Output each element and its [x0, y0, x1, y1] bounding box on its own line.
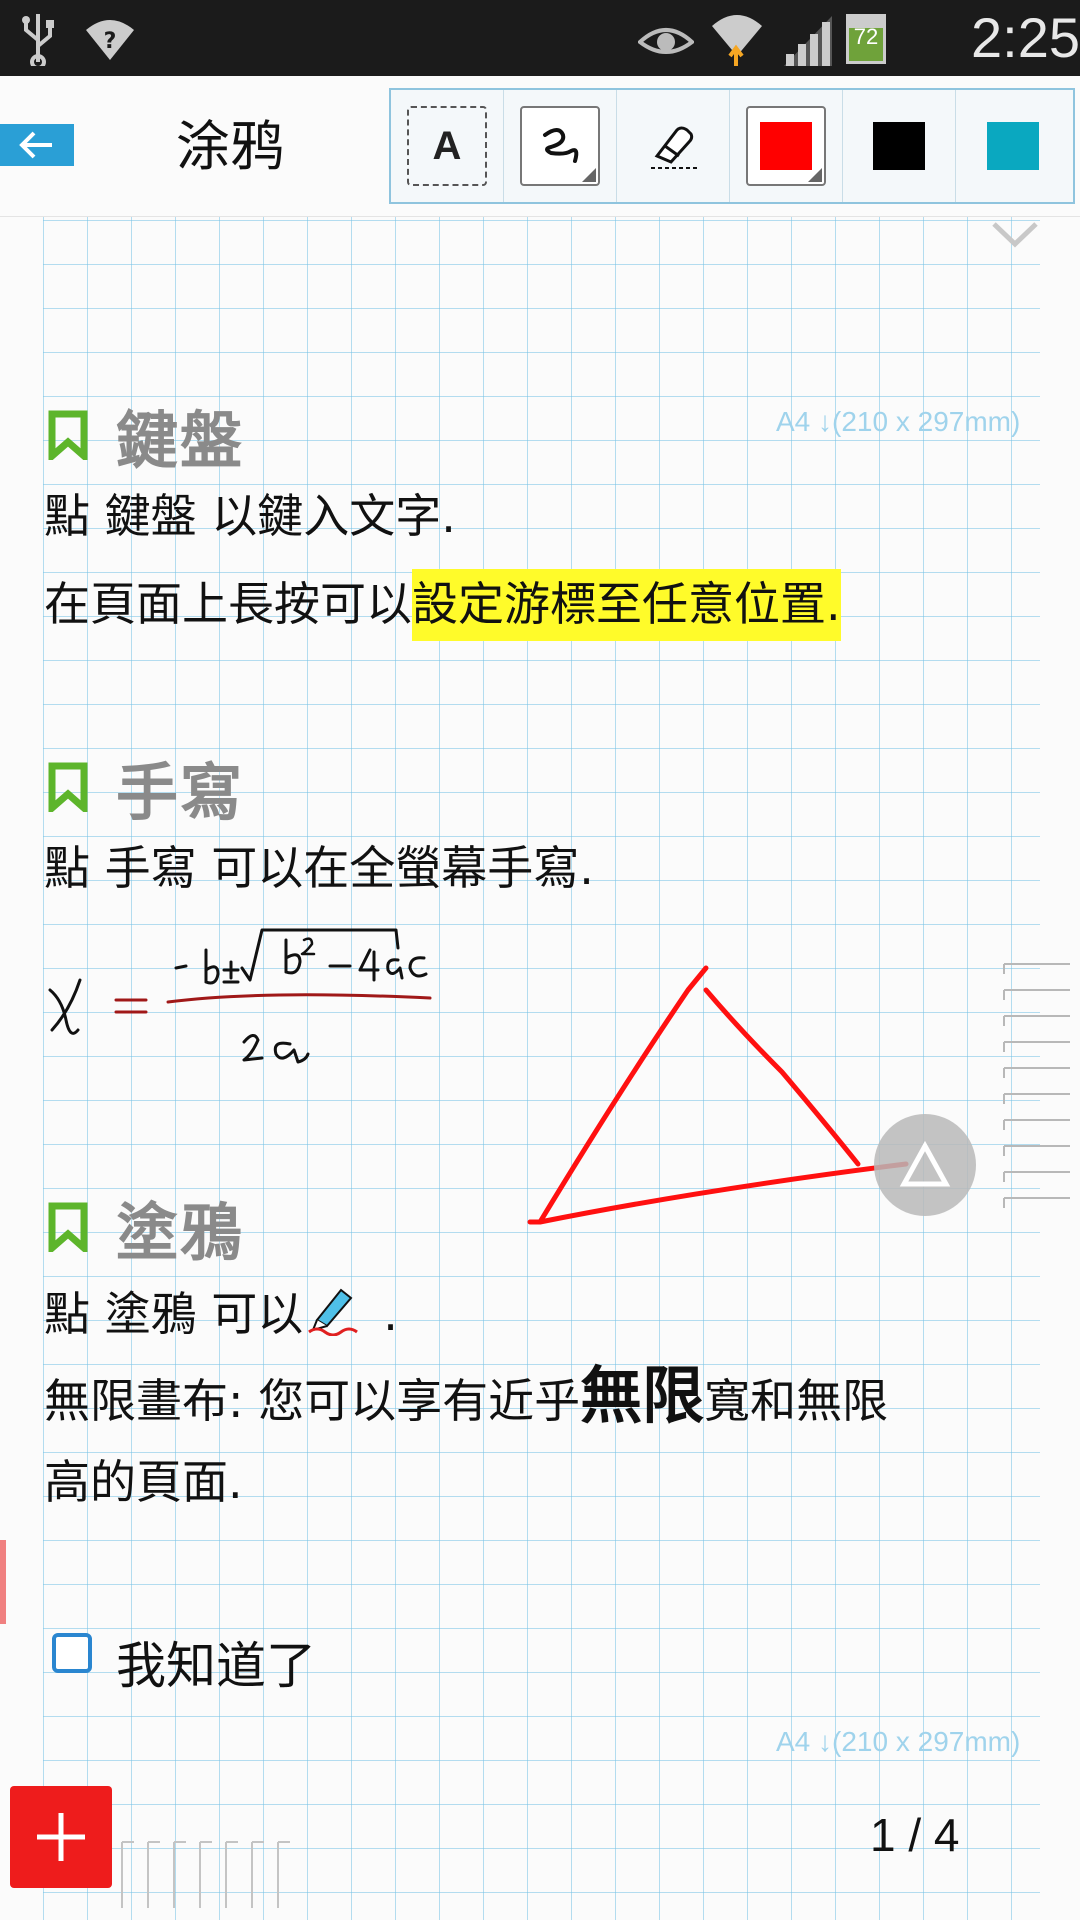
acknowledge-checkbox[interactable]	[52, 1633, 92, 1673]
body-line: 點 塗鴉 可以 .	[44, 1280, 398, 1344]
body-line: 高的頁面.	[44, 1455, 243, 1509]
plus-icon	[37, 1813, 85, 1861]
checkbox-label: 我知道了	[116, 1637, 316, 1695]
heading-text: 塗鴉	[116, 1196, 245, 1269]
add-page-button[interactable]	[10, 1786, 112, 1888]
section-heading-doodle: 塗鴉	[48, 1182, 244, 1272]
red-triangle-doodle	[527, 965, 909, 1225]
pen-marker-icon	[308, 1288, 359, 1337]
quadratic-formula-handwriting	[48, 928, 432, 1064]
scroll-ruler[interactable]	[1002, 960, 1072, 1220]
page-indicator: 1 / 4	[870, 1809, 960, 1861]
scroll-to-top-button[interactable]	[874, 1114, 976, 1216]
page-ticks	[121, 1841, 290, 1908]
body-text: 點 塗鴉 可以	[44, 1287, 304, 1341]
bookmark-icon	[48, 1202, 88, 1252]
body-text: 無限畫布: 您可以享有近乎	[44, 1374, 581, 1428]
left-edge-marker	[0, 1540, 6, 1624]
body-text: 寬和無限	[704, 1374, 889, 1428]
emphasized-text: 無限	[580, 1359, 705, 1432]
triangle-up-icon	[899, 1140, 951, 1187]
body-text: .	[383, 1287, 398, 1341]
body-line: 無限畫布: 您可以享有近乎無限寬和無限	[44, 1365, 889, 1431]
page-size-label: A4 ↓(210 x 297mm)	[776, 1726, 1021, 1757]
